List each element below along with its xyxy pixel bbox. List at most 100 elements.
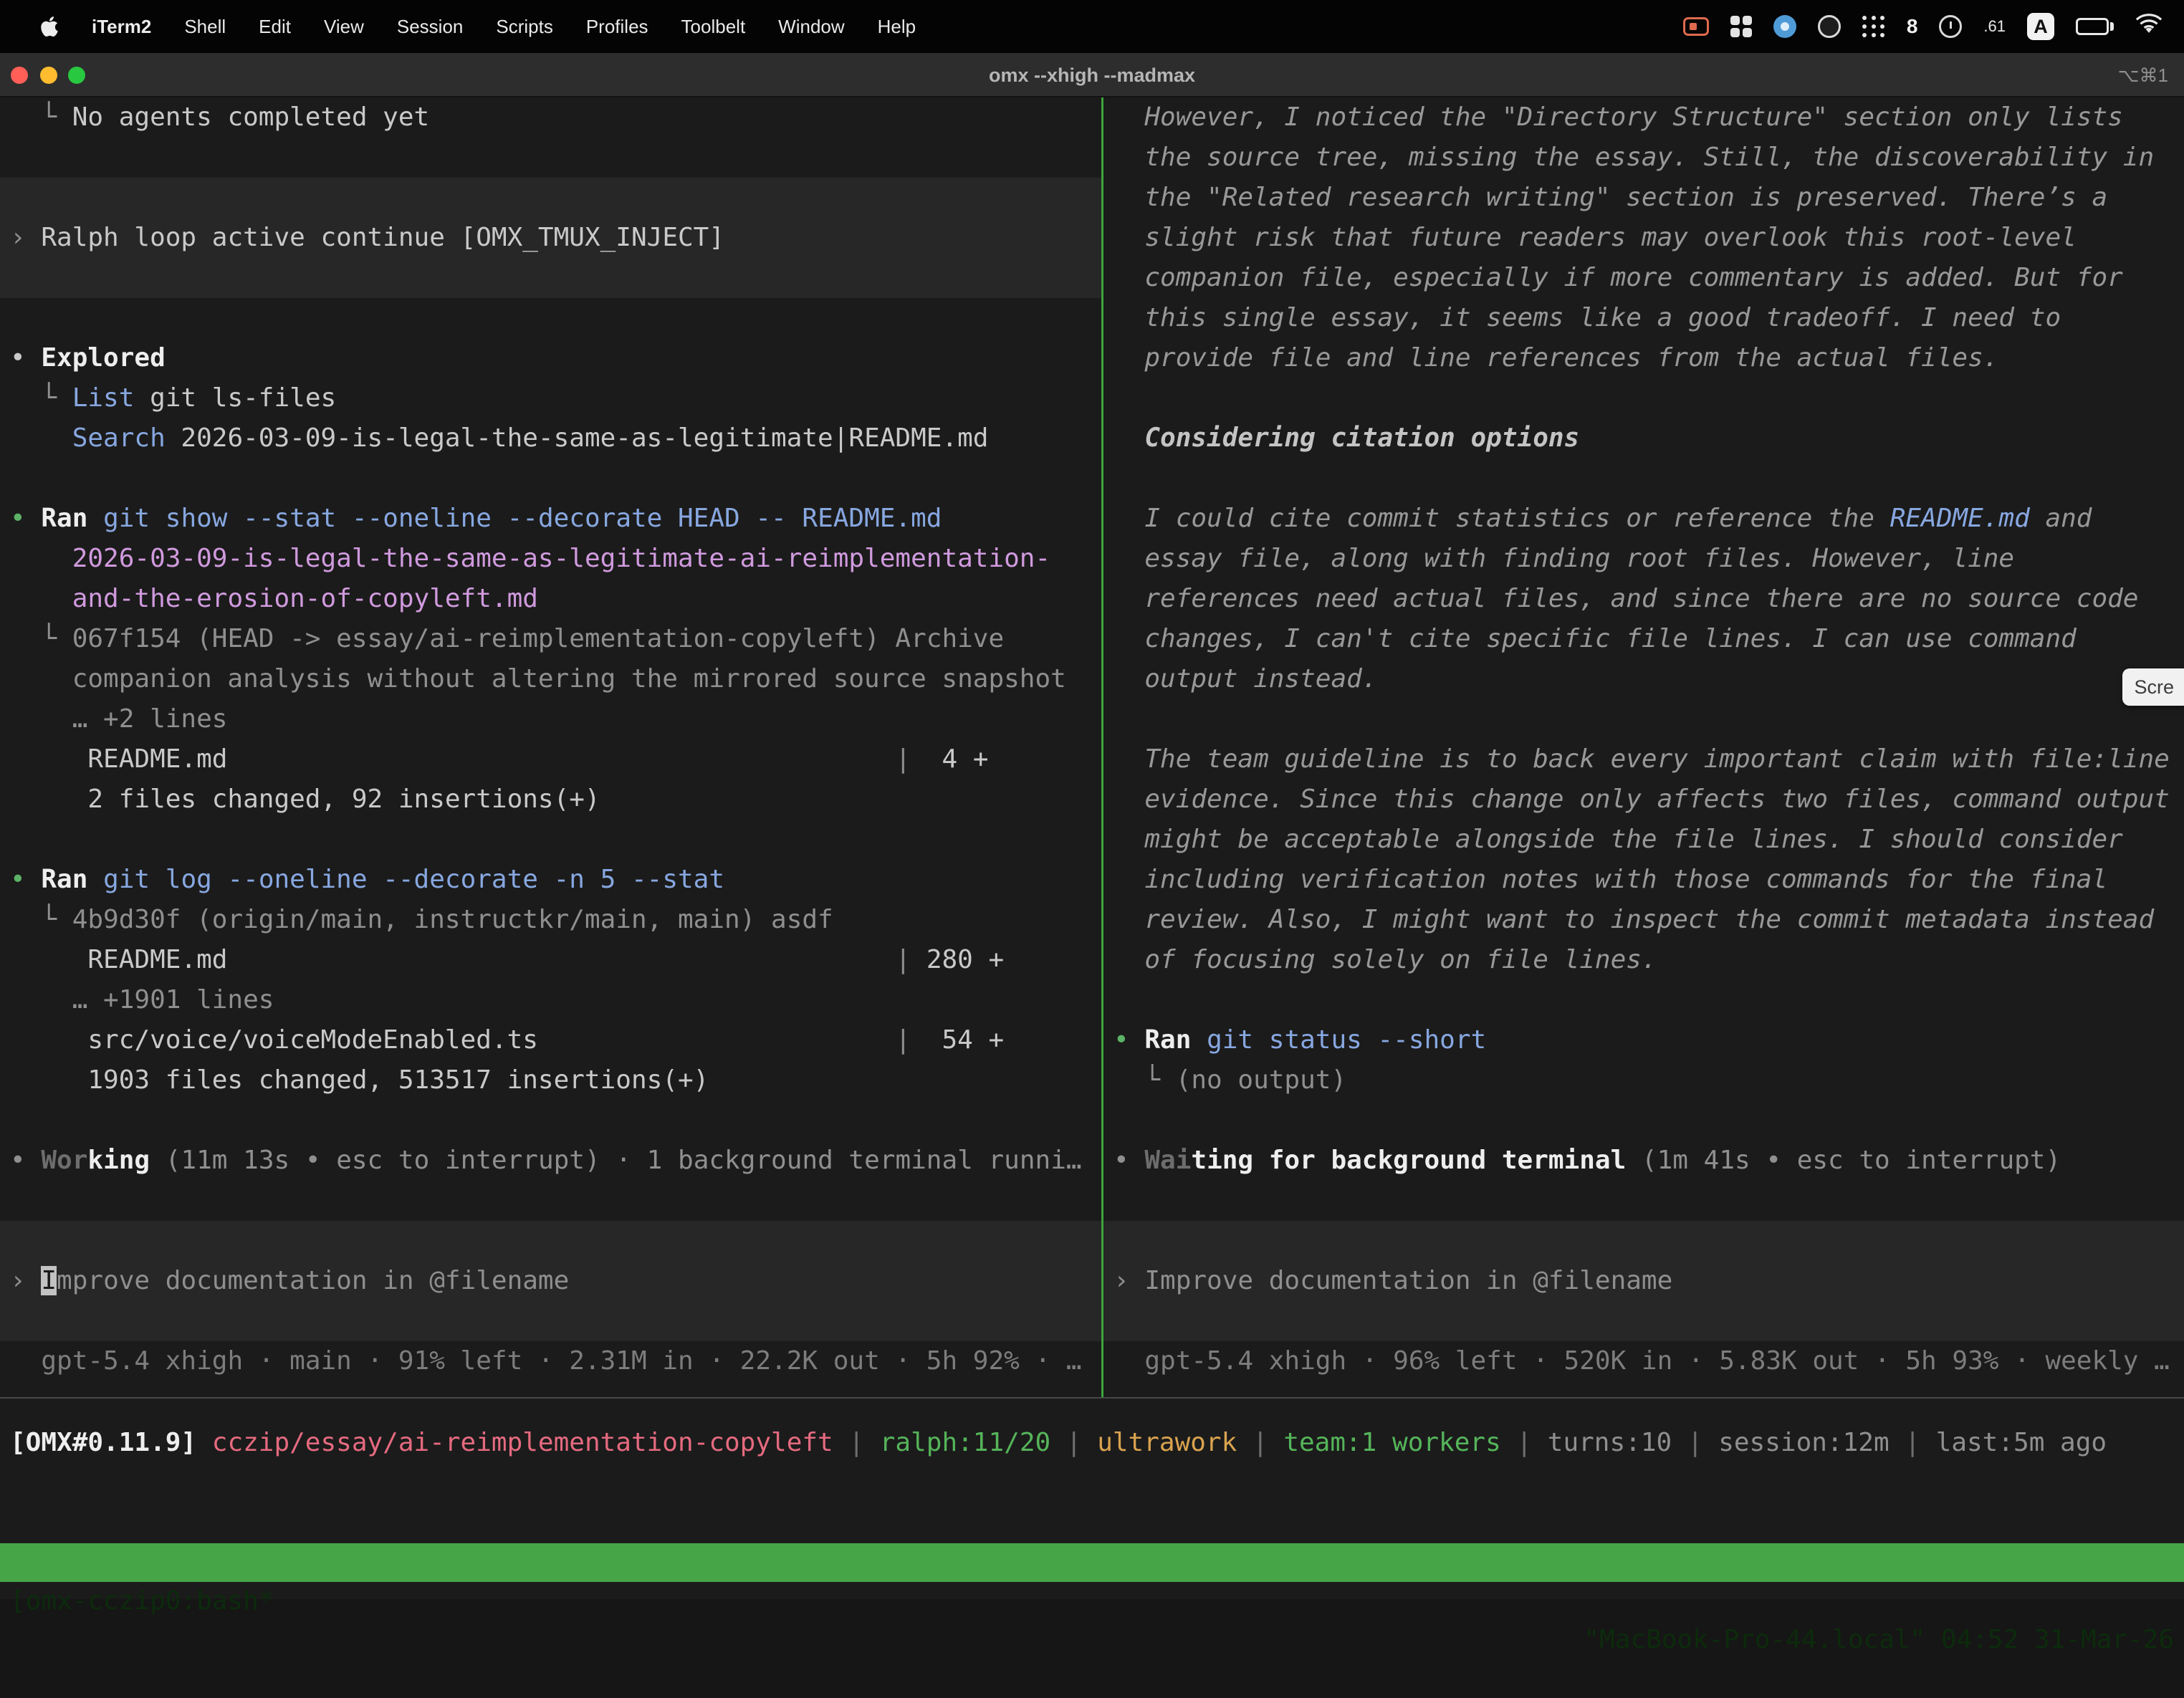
terminal-line: … +2 lines — [10, 699, 1101, 739]
terminal-line: • Working (11m 13s • esc to interrupt) ·… — [10, 1141, 1101, 1181]
text-segment: Improve documentation in @filename — [1144, 1266, 1672, 1295]
text-segment: • — [10, 504, 41, 533]
terminal-line: └ List git ls-files — [10, 378, 1101, 418]
menu-session[interactable]: Session — [397, 16, 464, 38]
text-segment: git log --oneline --decorate -n 5 --stat — [103, 865, 724, 894]
text-segment: | — [1501, 1428, 1548, 1457]
text-segment: | — [1890, 1428, 1936, 1457]
text-segment: [OMX#0.11.9] — [10, 1428, 212, 1457]
screen-recording-icon[interactable] — [1683, 17, 1709, 36]
terminal-line: └ No agents completed yet — [10, 97, 1101, 138]
menu-profiles[interactable]: Profiles — [586, 16, 648, 38]
wifi-icon[interactable] — [2135, 14, 2163, 40]
text-segment: README.md — [1890, 504, 2030, 533]
text-segment: git ls-files — [134, 383, 336, 413]
text-segment: • — [10, 1146, 41, 1175]
text-segment — [10, 423, 72, 453]
terminal-line: companion file, especially if more comme… — [1113, 258, 2184, 298]
text-segment: • — [10, 865, 41, 894]
terminal-line: gpt-5.4 xhigh · 96% left · 520K in · 5.8… — [1113, 1341, 2184, 1381]
text-segment: references need actual files, and since … — [1144, 584, 2138, 613]
text-segment — [1113, 504, 1144, 533]
terminal-line: essay file, along with finding root file… — [1113, 539, 2184, 579]
terminal-line: README.md| 4 + — [10, 739, 1101, 780]
text-segment: turns:10 — [1548, 1428, 1672, 1457]
blue-app-icon[interactable] — [1773, 15, 1796, 38]
prompt-input-line[interactable]: › Improve documentation in @filename — [10, 1261, 1101, 1301]
text-segment: 1903 files changed, 513517 insertions(+) — [10, 1065, 709, 1095]
text-segment — [10, 584, 72, 613]
text-segment: evidence. Since this change only affects… — [1144, 785, 2169, 814]
terminal-line: changes, I can't cite specific file line… — [1113, 619, 2184, 659]
text-segment — [1113, 664, 1144, 694]
terminal-line: the "Related research writing" section i… — [1113, 178, 2184, 218]
text-segment: I — [41, 1266, 57, 1295]
input-source-icon[interactable]: A — [2027, 13, 2054, 40]
grid-app-icon[interactable] — [1730, 16, 1752, 37]
text-segment — [10, 544, 72, 573]
terminal-line: provide file and line references from th… — [1113, 338, 2184, 378]
text-segment: | — [1672, 1428, 1718, 1457]
text-segment: Considering citation options — [1144, 423, 1579, 453]
text-segment: provide file and line references from th… — [1144, 343, 1998, 373]
terminal-line: README.md| 280 + — [10, 940, 1101, 980]
terminal-line: references need actual files, and since … — [1113, 579, 2184, 619]
text-segment: cczip/essay/ai-reimplementation-copyleft — [212, 1428, 833, 1457]
menu-toolbelt[interactable]: Toolbelt — [681, 16, 746, 38]
left-pane: └ No agents completed yet› Ralph loop ac… — [0, 97, 1101, 1398]
text-segment: └ — [10, 102, 72, 132]
battery-icon[interactable] — [2076, 18, 2114, 35]
text-segment — [1113, 1346, 1144, 1376]
terminal-line: the source tree, missing the essay. Stil… — [1113, 138, 2184, 178]
text-segment: › — [1113, 1266, 1144, 1295]
clock-app-icon[interactable] — [1939, 15, 1962, 38]
text-segment — [1113, 785, 1144, 814]
text-segment: essay file, along with finding root file… — [1144, 544, 2014, 573]
text-segment: the "Related research writing" section i… — [1144, 183, 2107, 212]
menu-app-name[interactable]: iTerm2 — [92, 16, 151, 38]
text-segment: 280 + — [911, 940, 1004, 980]
text-segment: ting for background terminal — [1191, 1146, 1626, 1175]
text-segment: ralph:11/20 — [880, 1428, 1050, 1457]
text-segment — [10, 1346, 41, 1376]
terminal-line: of focusing solely on file lines. — [1113, 940, 2184, 980]
status-separator — [0, 1397, 2184, 1399]
text-segment: src/voice/voiceModeEnabled.ts — [10, 1025, 538, 1055]
text-segment: • — [1113, 1146, 1144, 1175]
text-segment: might be acceptable alongside the file l… — [1144, 825, 2122, 854]
screen-share-tab[interactable]: Scre — [2122, 668, 2184, 706]
menu-window[interactable]: Window — [778, 16, 844, 38]
window-shortcut-label: ⌥⌘1 — [2118, 53, 2168, 97]
digit-8-badge[interactable]: 8 — [1907, 15, 1918, 38]
text-segment: mprove documentation in @filename — [57, 1266, 569, 1295]
prompt-input-line[interactable]: › Improve documentation in @filename — [1113, 1261, 2184, 1301]
menu-shell[interactable]: Shell — [184, 16, 226, 38]
text-segment: List — [72, 383, 135, 413]
menu-scripts[interactable]: Scripts — [496, 16, 552, 38]
text-segment — [1113, 143, 1144, 172]
text-segment — [1113, 744, 1144, 774]
text-segment: Ran — [41, 865, 87, 894]
text-segment — [87, 865, 103, 894]
tmux-session-label: [omx-cczip0:bash* — [10, 1582, 274, 1621]
menu-view[interactable]: View — [324, 16, 364, 38]
terminal-line: and-the-erosion-of-copyleft.md — [10, 579, 1101, 619]
menu-edit[interactable]: Edit — [259, 16, 291, 38]
dark-app-icon[interactable] — [1818, 15, 1841, 38]
text-segment: The team guideline is to back every impo… — [1144, 744, 2169, 774]
apple-menu-icon[interactable] — [40, 15, 59, 38]
text-segment — [1113, 945, 1144, 974]
text-segment: 4 + — [911, 739, 988, 780]
tmux-host-clock-label: "MacBook-Pro-44.local" 04:52 31-Mar-26 — [1584, 1621, 2174, 1659]
meter-badge[interactable]: .61 — [1983, 17, 2006, 36]
text-segment: Ralph loop active continue [OMX_TMUX_INJ… — [41, 223, 724, 252]
text-segment: 2026-03-09-is-legal-the-same-as-legitima… — [72, 544, 1050, 573]
terminal-line: companion analysis without altering the … — [10, 659, 1101, 699]
menu-help[interactable]: Help — [878, 16, 916, 38]
terminal-line: evidence. Since this change only affects… — [1113, 780, 2184, 820]
dots-grid-icon[interactable] — [1862, 15, 1885, 38]
text-segment: (11m 13s • esc to interrupt) · 1 backgro… — [166, 1146, 1082, 1175]
terminal-line: └ 4b9d30f (origin/main, instructkr/main,… — [10, 900, 1101, 940]
terminal-line: … +1901 lines — [10, 980, 1101, 1020]
text-segment: └ — [1113, 1065, 1176, 1095]
